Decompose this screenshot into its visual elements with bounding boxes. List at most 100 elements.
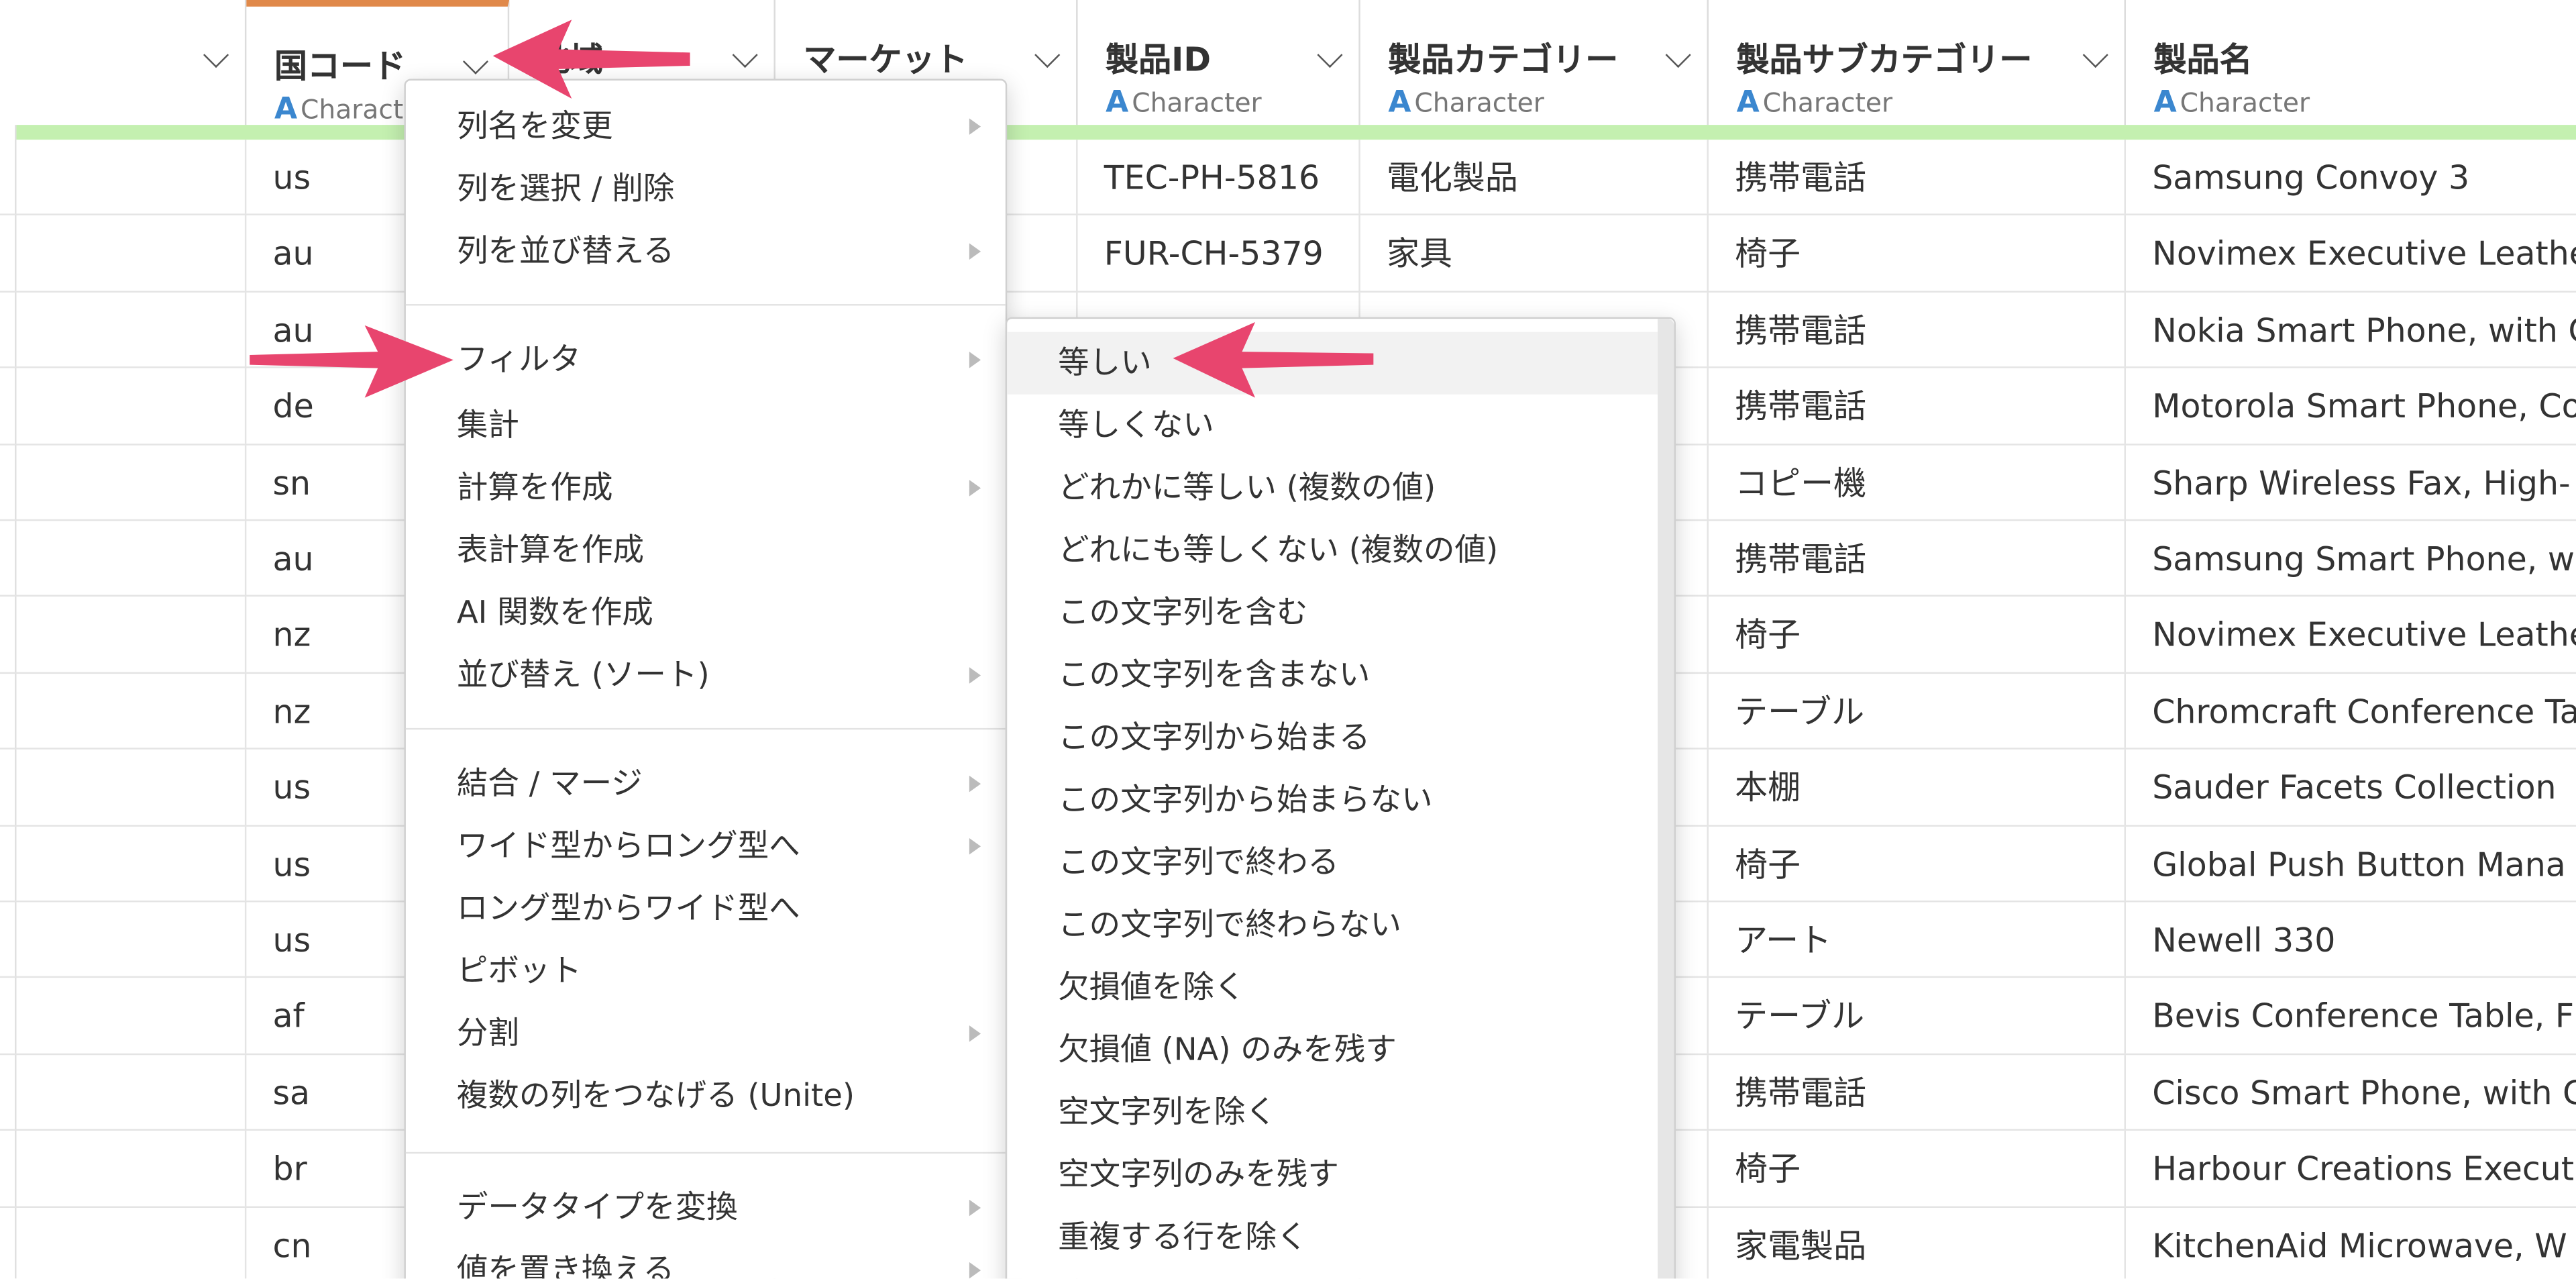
row-number-cell[interactable] xyxy=(16,140,247,215)
product-name-cell[interactable]: Newell 330 xyxy=(2126,903,2576,977)
row-number-cell[interactable] xyxy=(16,368,247,444)
product-name-cell[interactable]: Global Push Button Mana xyxy=(2126,826,2576,901)
product-subcategory-cell[interactable]: 椅子 xyxy=(1709,597,2127,672)
column-header-row-number[interactable] xyxy=(16,0,247,125)
filter-remove-duplicates-item[interactable]: 重複する行を除く xyxy=(1007,1207,1658,1269)
column-header-product-id[interactable]: 製品ID A Character xyxy=(1078,0,1360,125)
submenu-arrow-icon xyxy=(969,837,981,855)
product-name-cell[interactable]: Novimex Executive Leathe xyxy=(2126,597,2576,672)
create-table-calculation-item[interactable]: 表計算を作成 xyxy=(406,519,1006,582)
product-subcategory-cell[interactable]: 携帯電話 xyxy=(1709,521,2127,596)
product-subcategory-cell[interactable]: コピー機 xyxy=(1709,444,2127,519)
chevron-down-icon[interactable] xyxy=(462,48,489,74)
chevron-down-icon[interactable] xyxy=(1034,42,1061,68)
product-id-cell[interactable]: FUR-CH-5379 xyxy=(1078,215,1360,291)
product-subcategory-cell[interactable]: 携帯電話 xyxy=(1709,1054,2127,1129)
filter-not-starts-with-item[interactable]: この文字列から始まらない xyxy=(1007,769,1658,831)
row-number-cell[interactable] xyxy=(16,215,247,291)
convert-data-type-item[interactable]: データタイプを変換 xyxy=(406,1176,1006,1239)
create-calculation-item[interactable]: 計算を作成 xyxy=(406,457,1006,519)
create-ai-function-item[interactable]: AI 関数を作成 xyxy=(406,582,1006,644)
product-subcategory-cell[interactable]: アート xyxy=(1709,902,2127,977)
replace-values-item[interactable]: 値を置き換える xyxy=(406,1239,1006,1279)
submenu-scrollbar[interactable] xyxy=(1658,319,1674,1279)
product-name-cell[interactable]: Motorola Smart Phone, Co xyxy=(2126,368,2576,443)
column-header-product-subcategory[interactable]: 製品サブカテゴリー A Character xyxy=(1709,0,2127,125)
row-number-cell[interactable] xyxy=(16,1131,247,1206)
row-number-cell[interactable] xyxy=(16,1054,247,1129)
filter-contains-item[interactable]: この文字列を含む xyxy=(1007,582,1658,644)
rename-column-item[interactable]: 列名を変更 xyxy=(406,95,1006,158)
character-type-icon: A xyxy=(1388,85,1411,120)
join-merge-item[interactable]: 結合 / マージ xyxy=(406,753,1006,815)
product-subcategory-cell[interactable]: テーブル xyxy=(1709,978,2127,1054)
filter-item[interactable]: フィルタ xyxy=(406,329,1006,391)
product-category-cell[interactable]: 家具 xyxy=(1360,215,1709,291)
product-subcategory-cell[interactable]: 椅子 xyxy=(1709,1131,2127,1206)
submenu-arrow-icon xyxy=(969,118,981,135)
reorder-columns-item[interactable]: 列を並び替える xyxy=(406,220,1006,283)
product-subcategory-cell[interactable]: 椅子 xyxy=(1709,825,2127,901)
filter-not-ends-with-item[interactable]: この文字列で終わらない xyxy=(1007,894,1658,956)
filter-remove-na-item[interactable]: 欠損値を除く xyxy=(1007,956,1658,1019)
row-number-cell[interactable] xyxy=(16,1207,247,1279)
wide-to-long-item[interactable]: ワイド型からロング型へ xyxy=(406,815,1006,878)
product-name-cell[interactable]: Samsung Convoy 3 xyxy=(2126,140,2576,214)
row-number-cell[interactable] xyxy=(16,292,247,367)
product-name-cell[interactable]: Bevis Conference Table, F xyxy=(2126,978,2576,1053)
product-subcategory-cell[interactable]: 携帯電話 xyxy=(1709,140,2127,215)
chevron-down-icon[interactable] xyxy=(2082,42,2108,68)
product-subcategory-cell[interactable]: 携帯電話 xyxy=(1709,368,2127,444)
product-subcategory-cell[interactable]: 携帯電話 xyxy=(1709,292,2127,367)
filter-starts-with-item[interactable]: この文字列から始まる xyxy=(1007,707,1658,769)
pivot-item[interactable]: ピボット xyxy=(406,940,1006,1003)
product-subcategory-cell[interactable]: 本棚 xyxy=(1709,750,2127,825)
row-number-cell[interactable] xyxy=(16,978,247,1054)
filter-ends-with-item[interactable]: この文字列で終わる xyxy=(1007,831,1658,894)
product-name-cell[interactable]: Cisco Smart Phone, with C xyxy=(2126,1055,2576,1129)
product-subcategory-cell[interactable]: 椅子 xyxy=(1709,215,2127,291)
select-delete-columns-item[interactable]: 列を選択 / 削除 xyxy=(406,158,1006,220)
split-item[interactable]: 分割 xyxy=(406,1003,1006,1065)
row-number-cell[interactable] xyxy=(16,750,247,825)
product-subcategory-cell[interactable]: 家電製品 xyxy=(1709,1207,2127,1279)
row-number-cell[interactable] xyxy=(16,521,247,596)
column-type: A Charact xyxy=(274,92,404,127)
filter-not-contains-item[interactable]: この文字列を含まない xyxy=(1007,644,1658,707)
product-name-cell[interactable]: Sharp Wireless Fax, High- xyxy=(2126,445,2576,519)
product-name-cell[interactable]: Novimex Executive Leather xyxy=(2126,216,2576,291)
product-name-cell[interactable]: Nokia Smart Phone, with C xyxy=(2126,292,2576,366)
row-number-cell[interactable] xyxy=(16,673,247,748)
product-name-cell[interactable]: Sauder Facets Collection xyxy=(2126,750,2576,824)
filter-equals-any-item[interactable]: どれかに等しい (複数の値) xyxy=(1007,457,1658,519)
product-name-cell[interactable]: Harbour Creations Execut xyxy=(2126,1131,2576,1205)
filter-keep-empty-item[interactable]: 空文字列のみを残す xyxy=(1007,1144,1658,1207)
long-to-wide-item[interactable]: ロング型からワイド型へ xyxy=(406,878,1006,940)
filter-remove-empty-item[interactable]: 空文字列を除く xyxy=(1007,1081,1658,1143)
row-number-cell[interactable] xyxy=(16,902,247,977)
column-header-product-name[interactable]: 製品名 A Character xyxy=(2126,0,2576,125)
table-row[interactable]: au FUR-CH-5379 家具 椅子 Novimex Executive Leath… xyxy=(0,215,2576,293)
filter-equals-none-item[interactable]: どれにも等しくない (複数の値) xyxy=(1007,519,1658,582)
menu-item-label: データタイプを変換 xyxy=(456,1190,738,1226)
product-subcategory-cell[interactable]: テーブル xyxy=(1709,673,2127,748)
product-name-cell[interactable]: KitchenAid Microwave, W xyxy=(2126,1207,2576,1278)
chevron-down-icon[interactable] xyxy=(1665,42,1691,68)
filter-keep-na-item[interactable]: 欠損値 (NA) のみを残す xyxy=(1007,1019,1658,1081)
chevron-down-icon[interactable] xyxy=(732,42,758,68)
filter-not-equals-item[interactable]: 等しくない xyxy=(1007,395,1658,457)
summarize-item[interactable]: 集計 xyxy=(406,395,1006,457)
product-id-cell[interactable]: TEC-PH-5816 xyxy=(1078,140,1360,215)
column-header-product-category[interactable]: 製品カテゴリー A Character xyxy=(1360,0,1709,125)
unite-columns-item[interactable]: 複数の列をつなげる (Unite) xyxy=(406,1065,1006,1127)
sort-item[interactable]: 並び替え (ソート) xyxy=(406,644,1006,707)
row-number-cell[interactable] xyxy=(16,444,247,519)
row-number-cell[interactable] xyxy=(16,597,247,672)
row-number-cell[interactable] xyxy=(16,825,247,901)
product-name-cell[interactable]: Samsung Smart Phone, w xyxy=(2126,521,2576,595)
product-name-cell[interactable]: Chromcraft Conference Ta xyxy=(2126,674,2576,748)
table-row[interactable]: us TEC-PH-5816 電化製品 携帯電話 Samsung Convoy 3 xyxy=(0,140,2576,216)
product-category-cell[interactable]: 電化製品 xyxy=(1360,140,1709,215)
chevron-down-icon[interactable] xyxy=(203,42,229,68)
chevron-down-icon[interactable] xyxy=(1317,42,1343,68)
